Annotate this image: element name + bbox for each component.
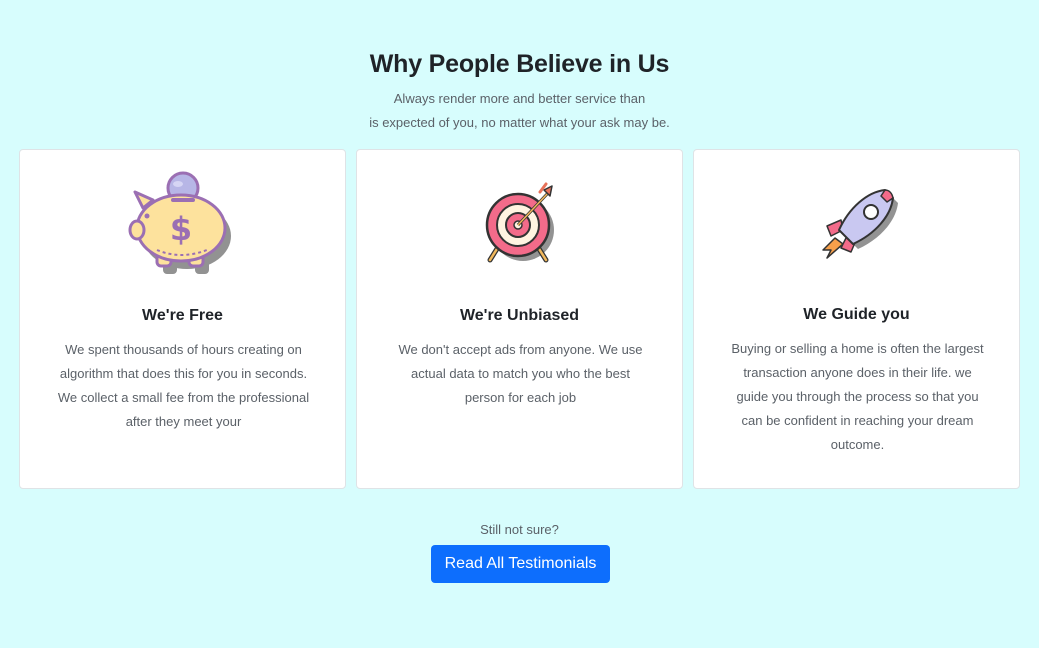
svg-text:$: $ [169,210,191,248]
rocket-icon [694,168,1019,278]
feature-card-unbiased: We're Unbiased We don't accept ads from … [356,149,683,489]
card-title: We Guide you [803,306,910,323]
card-title: We're Free [142,307,223,324]
testimonials-section: Why People Believe in Us Always render m… [0,0,1039,648]
card-title: We're Unbiased [459,307,580,324]
read-testimonials-button[interactable]: Read All Testimonials [431,545,610,583]
section-title: Why People Believe in Us [369,50,670,78]
feature-card-guide: We Guide you Buying or selling a home is… [693,149,1020,489]
section-subtitle-line-2: is expected of you, no matter what your … [369,115,670,130]
feature-card-free: $ We're Free We spent thousands of hours… [19,149,346,489]
piggy-bank-icon: $ [20,168,345,278]
target-icon [357,168,682,278]
section-subtitle-line-1: Always render more and better service th… [393,91,646,106]
card-description: We don't accept ads from anyone. We use … [398,342,643,405]
card-description: Buying or selling a home is often the la… [731,341,984,452]
card-description: We spent thousands of hours creating on … [57,342,310,429]
cta-prompt: Still not sure? [480,522,559,537]
